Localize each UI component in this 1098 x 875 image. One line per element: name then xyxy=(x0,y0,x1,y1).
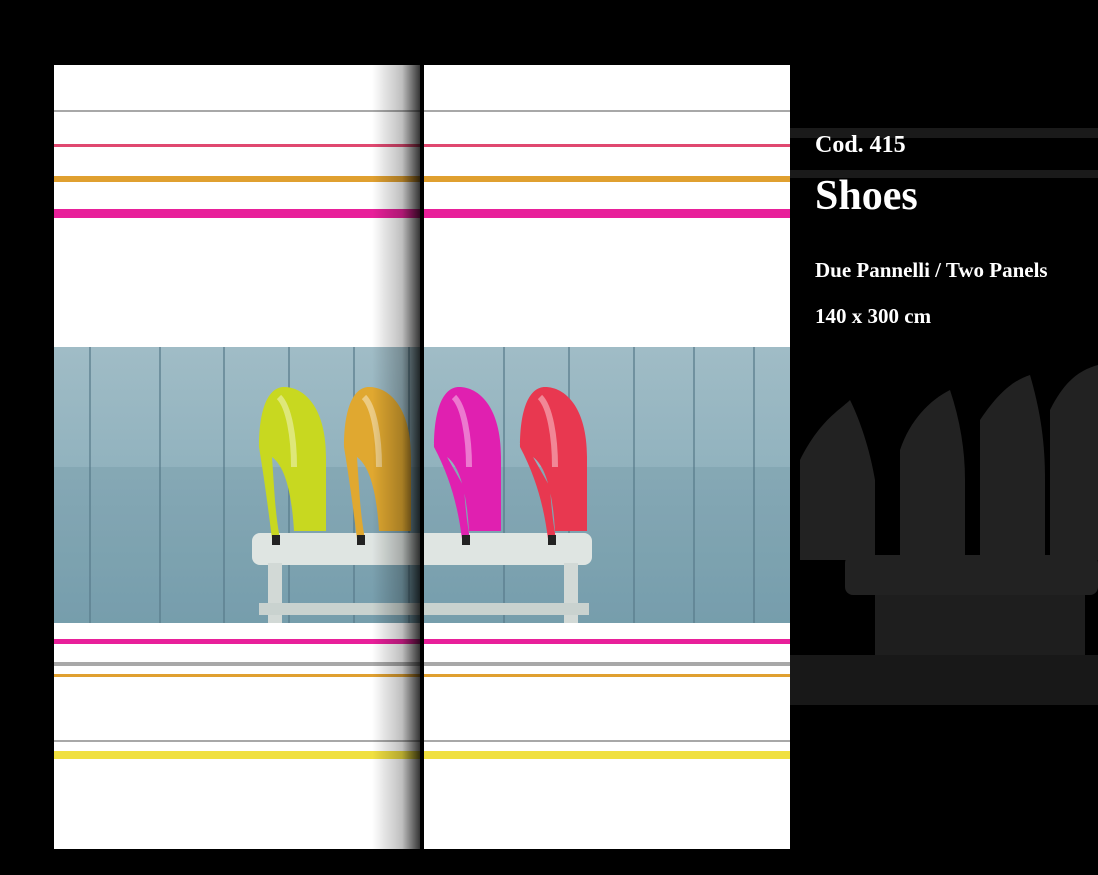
orange-stripe-bottom xyxy=(54,674,790,677)
magenta-stripe-bottom xyxy=(54,639,790,644)
panel-count: Due Pannelli / Two Panels xyxy=(815,258,1048,282)
yellow-stripe-bottom xyxy=(54,751,790,759)
magenta-stripe xyxy=(54,209,790,218)
product-size: 140 x 300 cm xyxy=(815,304,932,328)
gray-stripe-bottom-2 xyxy=(54,740,790,742)
red-stripe xyxy=(54,144,790,147)
wallpaper-panels xyxy=(54,65,790,849)
product-code: Cod. 415 xyxy=(815,132,906,158)
gray-stripe xyxy=(54,110,790,112)
orange-stripe xyxy=(54,176,790,182)
shoes-photo xyxy=(54,347,790,623)
product-name: Shoes xyxy=(815,173,918,219)
gray-stripe-bottom xyxy=(54,662,790,666)
